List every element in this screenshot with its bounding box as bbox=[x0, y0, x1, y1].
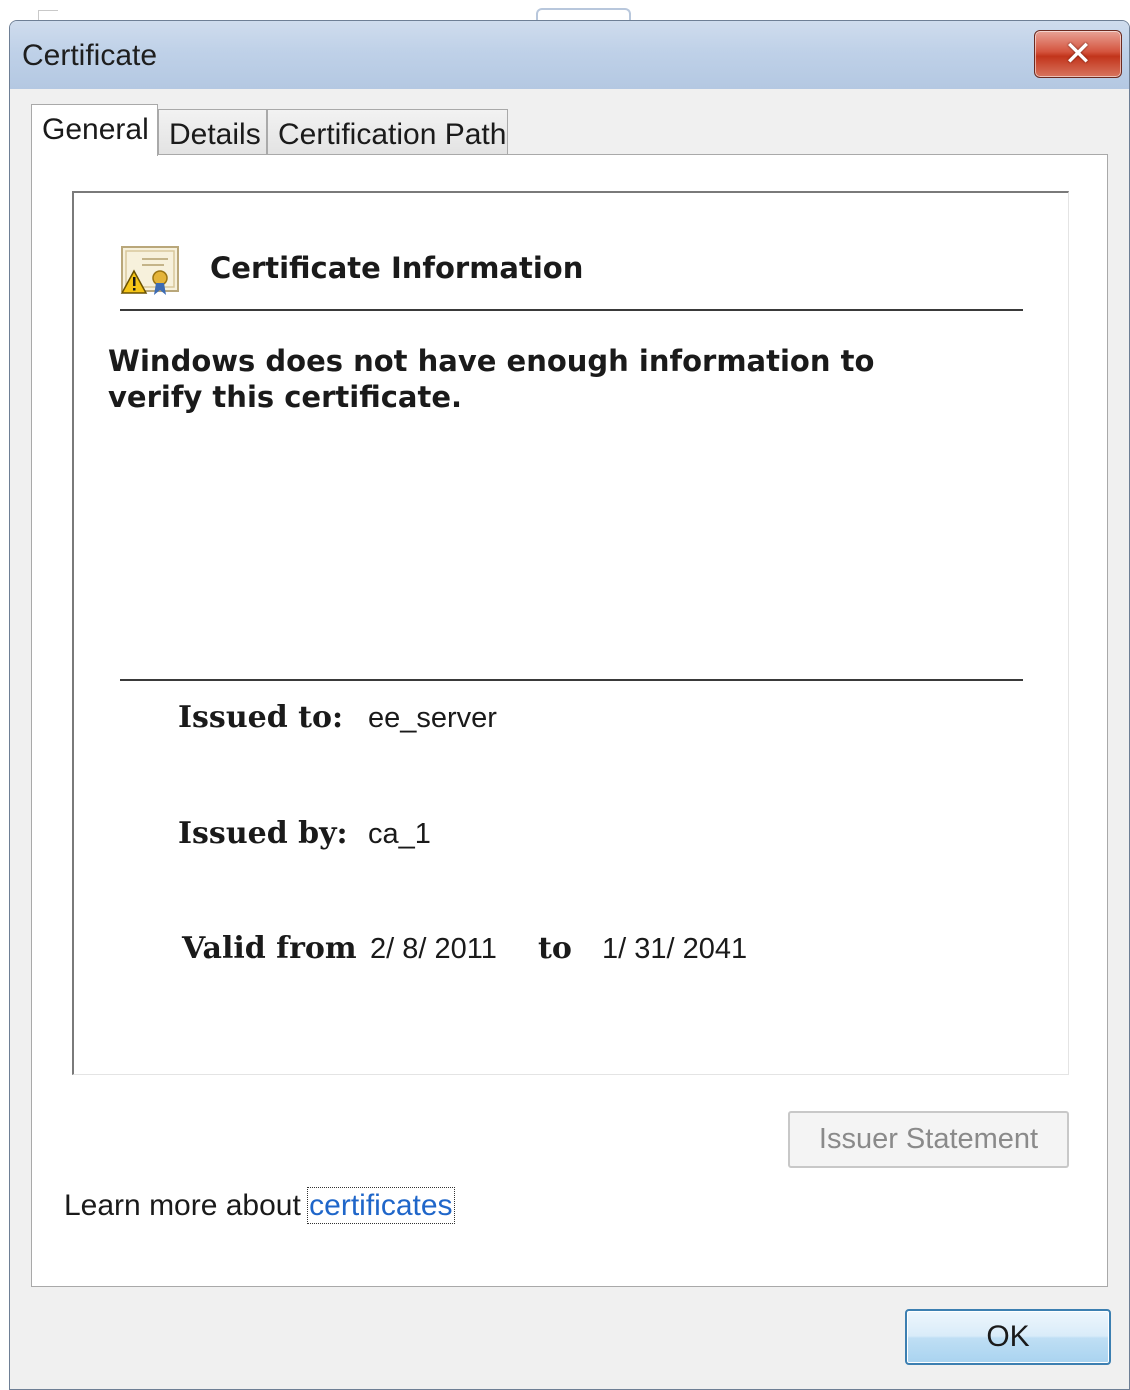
tab-certification-path[interactable]: Certification Path bbox=[267, 109, 508, 154]
title-divider bbox=[120, 309, 1023, 311]
certificates-link[interactable]: certificates bbox=[307, 1187, 455, 1224]
valid-to-value: 1/ 31/ 2041 bbox=[602, 933, 748, 965]
close-button[interactable]: ✕ bbox=[1034, 30, 1122, 78]
certificate-information-title: Certificate Information bbox=[210, 251, 584, 285]
valid-from-label: Valid from bbox=[182, 931, 357, 966]
window-title: Certificate bbox=[22, 39, 158, 72]
title-bar[interactable]: Certificate ✕ bbox=[10, 21, 1129, 89]
issued-by-label: Issued by: bbox=[178, 816, 348, 851]
close-icon: ✕ bbox=[1063, 34, 1093, 74]
learn-more-prefix: Learn more about bbox=[64, 1189, 310, 1222]
details-divider bbox=[120, 679, 1023, 681]
tab-details[interactable]: Details bbox=[158, 109, 267, 154]
certificate-information-box: Certificate Information Windows does not… bbox=[72, 191, 1069, 1075]
general-tab-panel: Certificate Information Windows does not… bbox=[31, 154, 1108, 1287]
background-window bbox=[0, 0, 1130, 22]
valid-from-value: 2/ 8/ 2011 bbox=[370, 933, 497, 965]
learn-more-text: Learn more about certificates bbox=[64, 1187, 455, 1224]
issued-to-value: ee_server bbox=[368, 702, 497, 734]
tab-general[interactable]: General bbox=[31, 104, 158, 156]
certificate-dialog: Certificate ✕ General Details Certificat… bbox=[9, 20, 1130, 1390]
issued-to-label: Issued to: bbox=[178, 700, 344, 735]
certificate-warning-icon bbox=[120, 246, 179, 295]
dialog-body: General Details Certification Path Certi… bbox=[10, 89, 1129, 1389]
issuer-statement-button[interactable]: Issuer Statement bbox=[788, 1111, 1069, 1168]
valid-to-label: to bbox=[538, 931, 572, 966]
ok-button[interactable]: OK bbox=[905, 1309, 1111, 1365]
issued-by-value: ca_1 bbox=[368, 818, 431, 850]
verification-warning: Windows does not have enough information… bbox=[108, 344, 875, 414]
